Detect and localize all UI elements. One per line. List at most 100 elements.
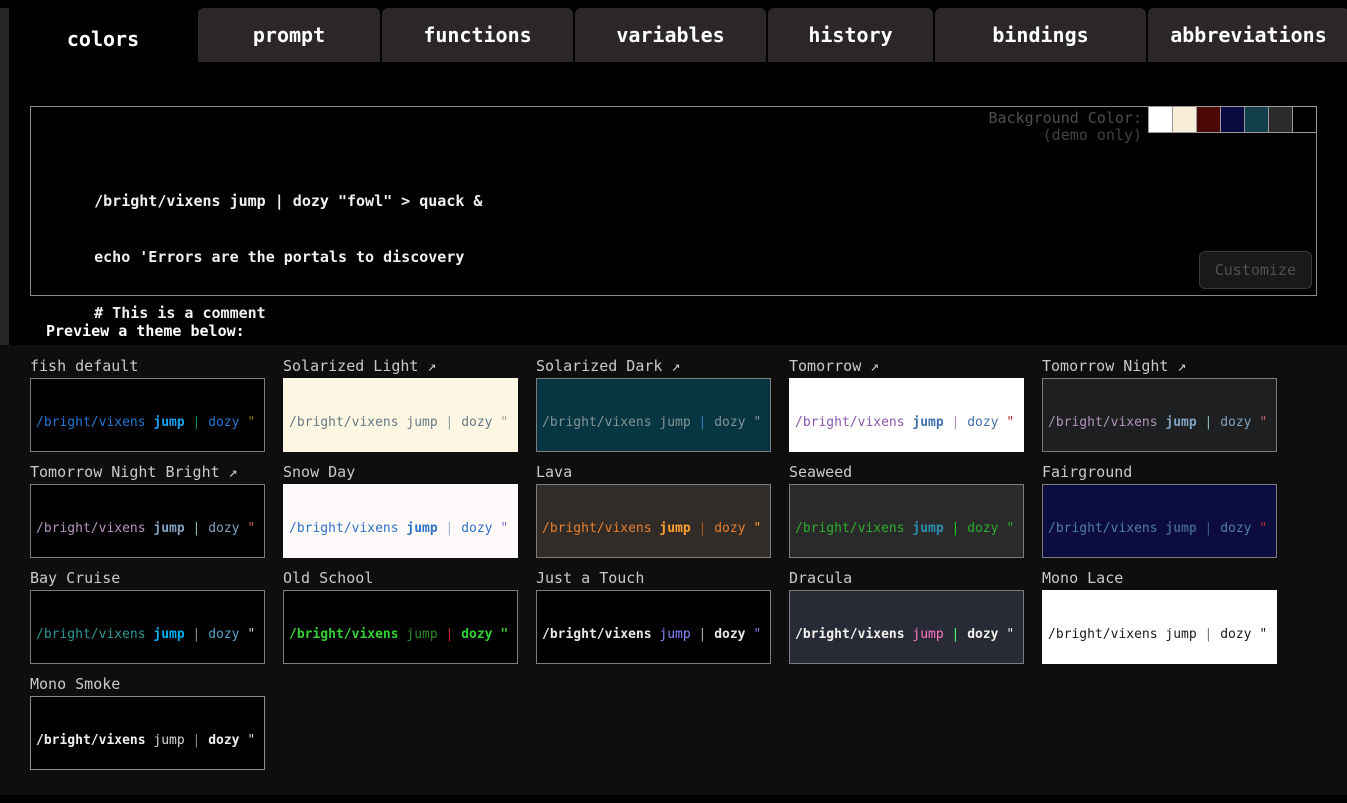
theme-title-link[interactable]: Old School bbox=[283, 569, 518, 590]
theme-title-link[interactable]: Tomorrow Night ↗ bbox=[1042, 357, 1277, 378]
theme-name: fish default bbox=[30, 357, 138, 375]
external-link-icon: ↗ bbox=[662, 357, 680, 375]
external-link-icon: ↗ bbox=[220, 463, 238, 481]
tab-label: abbreviations bbox=[1170, 23, 1327, 47]
theme-title-link[interactable]: Bay Cruise bbox=[30, 569, 265, 590]
segment-dozy: dozy bbox=[208, 733, 239, 748]
sample-line-1: /bright/vixens jump | dozy "fowl" > quac… bbox=[94, 192, 482, 210]
tab-functions[interactable]: functions bbox=[382, 8, 573, 62]
theme-preview-card[interactable]: /bright/vixens jump | dozy " echo 'Error… bbox=[283, 378, 518, 452]
theme-item: Fairground /bright/vixens jump | dozy " … bbox=[1042, 463, 1277, 558]
theme-name: Tomorrow Night bbox=[1042, 357, 1168, 375]
segment-quote: " bbox=[746, 415, 762, 430]
theme-title-link[interactable]: Fairground bbox=[1042, 463, 1277, 484]
segment-path: /bright/vixens bbox=[36, 733, 153, 748]
theme-title-link[interactable]: Just a Touch bbox=[536, 569, 771, 590]
theme-preview-card[interactable]: /bright/vixens jump | dozy " echo 'Error… bbox=[30, 696, 265, 770]
theme-preview-card[interactable]: /bright/vixens jump | dozy " echo 'Error… bbox=[283, 484, 518, 558]
segment-dozy: dozy bbox=[208, 521, 239, 536]
theme-preview-card[interactable]: /bright/vixens jump | dozy " echo 'Error… bbox=[283, 590, 518, 664]
theme-sample-line-1: /bright/vixens jump | dozy " bbox=[542, 521, 765, 537]
theme-preview-card[interactable]: /bright/vixens jump | dozy " echo 'Error… bbox=[1042, 484, 1277, 558]
segment-path: /bright/vixens bbox=[542, 521, 659, 536]
background-swatch[interactable] bbox=[1268, 106, 1293, 133]
theme-name: Tomorrow Night Bright bbox=[30, 463, 220, 481]
theme-name: Tomorrow bbox=[789, 357, 861, 375]
tab-bindings[interactable]: bindings bbox=[935, 8, 1146, 62]
segment-quote: " bbox=[240, 627, 256, 642]
theme-sample-line-1: /bright/vixens jump | dozy " bbox=[542, 627, 765, 643]
theme-name: Mono Lace bbox=[1042, 569, 1123, 587]
theme-sample-line-1: /bright/vixens jump | dozy " bbox=[289, 415, 512, 431]
background-swatch[interactable] bbox=[1244, 106, 1269, 133]
segment-jump: jump bbox=[153, 627, 184, 642]
theme-title-link[interactable]: Seaweed bbox=[789, 463, 1024, 484]
segment-pipe: | bbox=[944, 521, 967, 536]
theme-title-link[interactable]: Dracula bbox=[789, 569, 1024, 590]
theme-name: Seaweed bbox=[789, 463, 852, 481]
theme-item: Tomorrow Night ↗ /bright/vixens jump | d… bbox=[1042, 357, 1277, 452]
tab-prompt[interactable]: prompt bbox=[198, 8, 380, 62]
tab-colors[interactable]: colors bbox=[10, 8, 196, 70]
segment-jump: jump bbox=[153, 521, 184, 536]
theme-title-link[interactable]: Solarized Dark ↗ bbox=[536, 357, 771, 378]
segment-path: /bright/vixens bbox=[289, 627, 406, 642]
theme-preview-card[interactable]: /bright/vixens jump | dozy " echo 'Error… bbox=[30, 378, 265, 452]
segment-dozy: dozy bbox=[461, 415, 492, 430]
tab-label: bindings bbox=[992, 23, 1088, 47]
tab-abbreviations[interactable]: abbreviations bbox=[1148, 8, 1347, 62]
sample-line-2: echo 'Errors are the portals to discover… bbox=[94, 248, 464, 266]
theme-name: Solarized Light bbox=[283, 357, 418, 375]
theme-preview-card[interactable]: /bright/vixens jump | dozy " echo 'Error… bbox=[1042, 590, 1277, 664]
theme-preview-card[interactable]: /bright/vixens jump | dozy " echo 'Error… bbox=[30, 590, 265, 664]
theme-preview-card[interactable]: /bright/vixens jump | dozy " echo 'Error… bbox=[789, 484, 1024, 558]
background-swatch[interactable] bbox=[1172, 106, 1197, 133]
theme-title-link[interactable]: Solarized Light ↗ bbox=[283, 357, 518, 378]
theme-title-link[interactable]: Lava bbox=[536, 463, 771, 484]
theme-preview-card[interactable]: /bright/vixens jump | dozy " echo 'Error… bbox=[789, 590, 1024, 664]
theme-preview-card[interactable]: /bright/vixens jump | dozy " echo 'Error… bbox=[789, 378, 1024, 452]
segment-quote: " bbox=[240, 521, 256, 536]
theme-title-link[interactable]: fish default bbox=[30, 357, 265, 378]
background-swatch[interactable] bbox=[1220, 106, 1245, 133]
theme-title-link[interactable]: Tomorrow Night Bright ↗ bbox=[30, 463, 265, 484]
segment-quote: " bbox=[999, 521, 1015, 536]
theme-item: Bay Cruise /bright/vixens jump | dozy " … bbox=[30, 569, 265, 664]
sample-line-3: # This is a comment bbox=[94, 304, 266, 322]
theme-sample-line-1: /bright/vixens jump | dozy " bbox=[1048, 415, 1271, 431]
background-swatch[interactable] bbox=[1148, 106, 1173, 133]
segment-path: /bright/vixens bbox=[36, 627, 153, 642]
segment-quote: " bbox=[999, 627, 1015, 642]
segment-dozy: dozy bbox=[714, 627, 745, 642]
segment-dozy: dozy bbox=[461, 521, 492, 536]
segment-pipe: | bbox=[1197, 415, 1220, 430]
segment-pipe: | bbox=[1197, 627, 1220, 642]
customize-button[interactable]: Customize bbox=[1199, 251, 1312, 289]
theme-preview-card[interactable]: /bright/vixens jump | dozy " echo 'Error… bbox=[536, 484, 771, 558]
theme-item: Tomorrow Night Bright ↗ /bright/vixens j… bbox=[30, 463, 265, 558]
segment-jump: jump bbox=[1165, 627, 1196, 642]
theme-preview-card[interactable]: /bright/vixens jump | dozy " echo 'Error… bbox=[1042, 378, 1277, 452]
segment-pipe: | bbox=[438, 521, 461, 536]
segment-path: /bright/vixens bbox=[289, 521, 406, 536]
segment-jump: jump bbox=[912, 627, 943, 642]
theme-preview-card[interactable]: /bright/vixens jump | dozy " echo 'Error… bbox=[536, 378, 771, 452]
background-swatch[interactable] bbox=[1292, 106, 1317, 133]
theme-preview-card[interactable]: /bright/vixens jump | dozy " echo 'Error… bbox=[30, 484, 265, 558]
segment-dozy: dozy bbox=[967, 627, 998, 642]
theme-title-link[interactable]: Tomorrow ↗ bbox=[789, 357, 1024, 378]
theme-title-link[interactable]: Mono Lace bbox=[1042, 569, 1277, 590]
background-swatch[interactable] bbox=[1196, 106, 1221, 133]
theme-title-link[interactable]: Mono Smoke bbox=[30, 675, 265, 696]
theme-preview-card[interactable]: /bright/vixens jump | dozy " echo 'Error… bbox=[536, 590, 771, 664]
segment-jump: jump bbox=[153, 415, 184, 430]
tab-variables[interactable]: variables bbox=[575, 8, 766, 62]
tab-history[interactable]: history bbox=[768, 8, 933, 62]
external-link-icon: ↗ bbox=[418, 357, 436, 375]
segment-jump: jump bbox=[406, 627, 437, 642]
theme-title-link[interactable]: Snow Day bbox=[283, 463, 518, 484]
theme-name: Mono Smoke bbox=[30, 675, 120, 693]
segment-path: /bright/vixens bbox=[1048, 415, 1165, 430]
segment-dozy: dozy bbox=[1220, 415, 1251, 430]
theme-sample-line-1: /bright/vixens jump | dozy " bbox=[795, 521, 1018, 537]
